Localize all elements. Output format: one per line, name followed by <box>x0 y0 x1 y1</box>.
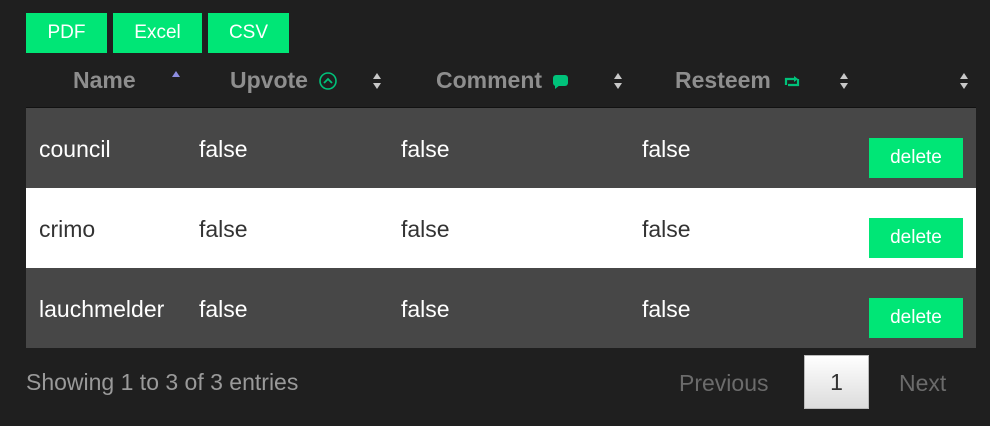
previous-page-button[interactable]: Previous <box>679 370 768 397</box>
table-row: lauchmelder false false false delete <box>26 268 976 348</box>
column-header-comment[interactable]: Comment <box>436 67 570 94</box>
column-header-resteem-label: Resteem <box>675 67 771 93</box>
cell-comment: false <box>401 136 450 162</box>
excel-export-button[interactable]: Excel <box>113 13 202 53</box>
sort-both-icon[interactable] <box>613 70 623 92</box>
cell-comment: false <box>401 216 450 242</box>
column-header-name[interactable]: Name <box>73 67 136 94</box>
cell-name: lauchmelder <box>39 296 165 322</box>
pagination: Previous 1 Next <box>0 355 990 410</box>
sort-both-icon[interactable] <box>372 70 382 92</box>
table-row: crimo false false false delete <box>26 188 976 268</box>
table-row: council false false false delete <box>26 108 976 188</box>
sort-both-icon[interactable] <box>839 70 849 92</box>
delete-button[interactable]: delete <box>869 218 963 258</box>
cell-comment: false <box>401 296 450 322</box>
delete-button[interactable]: delete <box>869 138 963 178</box>
cell-upvote: false <box>199 296 248 322</box>
column-header-upvote[interactable]: Upvote <box>230 67 338 94</box>
comment-bubble-icon <box>552 72 570 90</box>
cell-resteem: false <box>642 216 691 242</box>
column-header-comment-label: Comment <box>436 67 543 93</box>
cell-upvote: false <box>199 216 248 242</box>
next-page-button[interactable]: Next <box>899 370 946 397</box>
table-header: Name Upvote Comment Resteem <box>26 54 976 108</box>
cell-upvote: false <box>199 136 248 162</box>
export-buttons: PDF Excel CSV <box>26 13 289 53</box>
cell-name: council <box>39 136 111 162</box>
sort-both-icon[interactable] <box>959 70 969 92</box>
column-header-resteem[interactable]: Resteem <box>675 67 801 94</box>
column-header-name-label: Name <box>73 67 136 93</box>
page-1-button[interactable]: 1 <box>804 355 869 409</box>
csv-export-button[interactable]: CSV <box>208 13 289 53</box>
resteem-arrows-icon <box>783 73 801 89</box>
upvote-circle-icon <box>318 71 338 91</box>
cell-resteem: false <box>642 136 691 162</box>
sort-ascending-icon[interactable] <box>171 68 181 90</box>
delete-button[interactable]: delete <box>869 298 963 338</box>
pdf-export-button[interactable]: PDF <box>26 13 107 53</box>
cell-resteem: false <box>642 296 691 322</box>
data-table: Name Upvote Comment Resteem council fals… <box>26 54 976 348</box>
column-header-upvote-label: Upvote <box>230 67 308 93</box>
cell-name: crimo <box>39 216 96 242</box>
